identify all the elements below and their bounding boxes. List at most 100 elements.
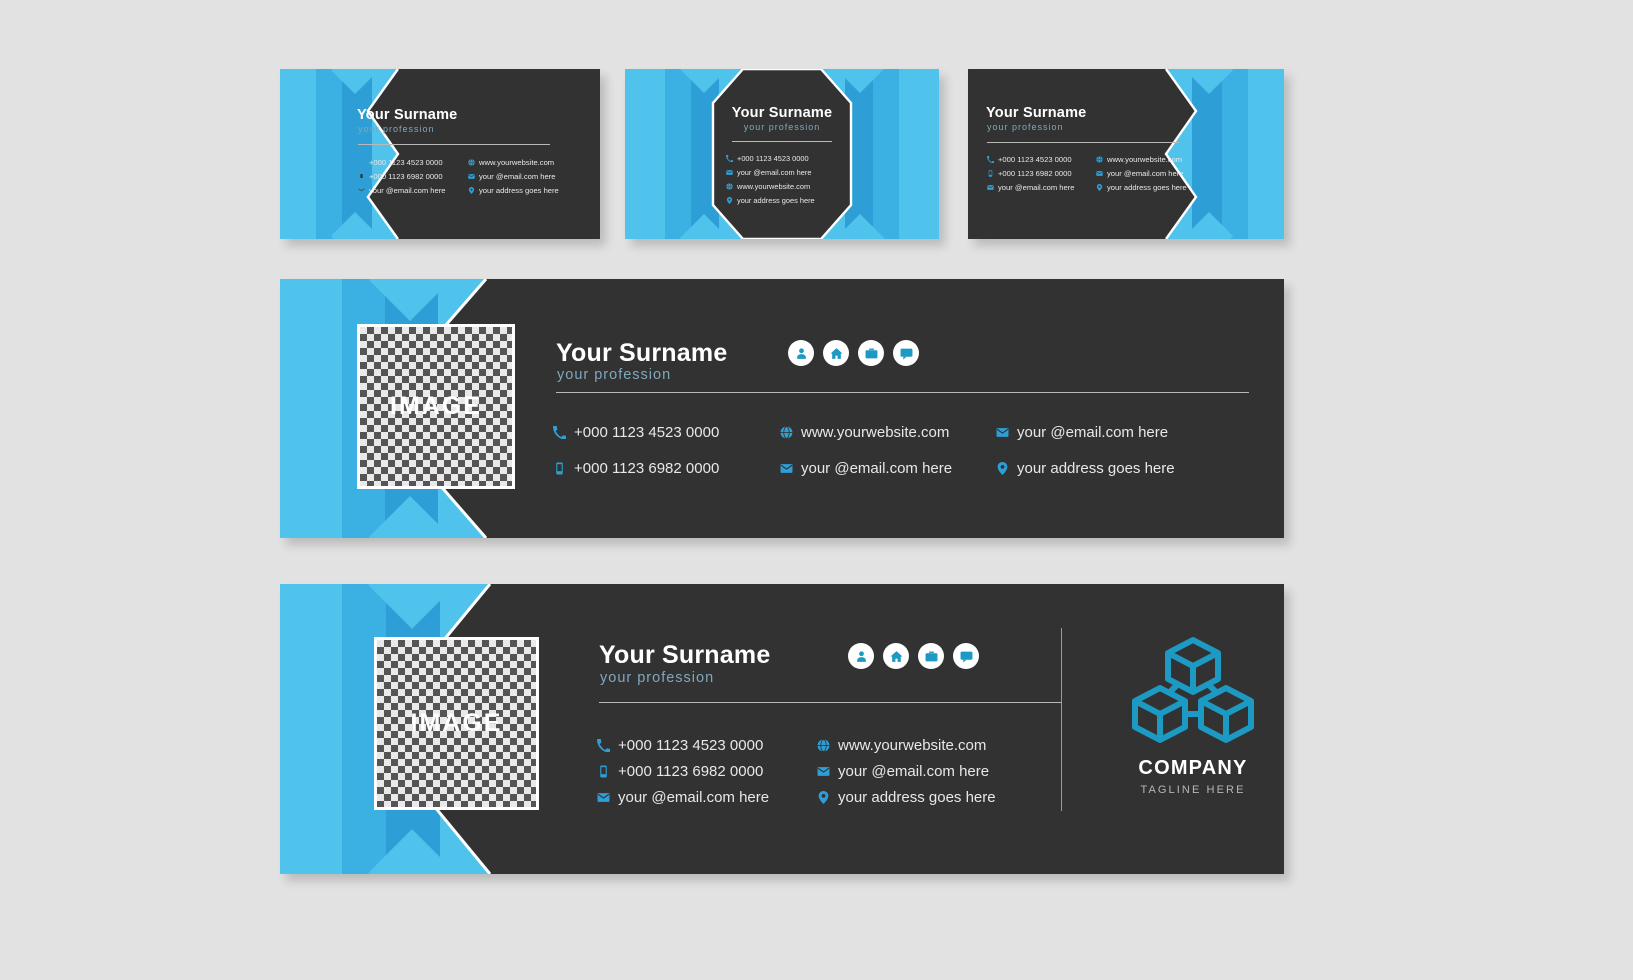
card1-chevron-edge [366,69,600,239]
business-card-3[interactable]: Your Surname your profession +000 1123 4… [968,69,1284,239]
social-home-button[interactable] [883,643,909,669]
email-icon [1096,170,1103,177]
banner-top-contact-website[interactable]: www.yourwebsite.com [780,424,952,441]
briefcase-icon [925,651,937,661]
location-icon [1096,184,1103,191]
location-icon [996,462,1009,475]
blockchain-cubes-icon [1132,637,1254,743]
banner-bottom-social-row [848,643,979,669]
banner-bottom-contact-website[interactable]: www.yourwebsite.com [817,737,996,754]
banner-top-contact-website-text: www.yourwebsite.com [801,424,950,441]
banner-bottom-contacts-col1: +000 1123 4523 0000 +000 1123 6982 0000 … [597,737,769,806]
card3-contacts-col2: www.yourwebsite.com your @email.com here… [1096,155,1187,192]
card1-contact-email2-text: your @email.com here [479,172,556,181]
email-signature-banner-bottom[interactable]: IMAGE Your Surname your profession +000 … [280,584,1284,874]
home-icon [830,347,842,359]
banner-bottom-contact-address[interactable]: your address goes here [817,789,996,806]
banner-bottom-vertical-divider [1061,628,1062,811]
globe-icon [780,426,793,439]
mobile-icon [358,173,365,180]
banner-bottom-contact-address-text: your address goes here [838,789,996,806]
card2-name: Your Surname [731,105,833,121]
banner-top-divider [556,392,1249,393]
email-icon [996,426,1009,439]
globe-icon [726,183,733,190]
social-person-button[interactable] [788,340,814,366]
company-logo-block[interactable]: COMPANY TAGLINE HERE [1098,634,1284,796]
banner-top-contact-address[interactable]: your address goes here [996,460,1175,477]
home-icon [890,650,902,662]
banner-bottom-profession: your profession [600,670,715,686]
social-chat-button[interactable] [953,643,979,669]
card1-contact-email[interactable]: your @email.com here [358,186,446,195]
card1-contact-website[interactable]: www.yourwebsite.com [468,158,559,167]
location-icon [468,187,475,194]
card2-contact-address[interactable]: your address goes here [726,196,815,205]
banner-top-contact-mobile[interactable]: +000 1123 6982 0000 [553,460,719,477]
banner-bottom-contact-email2-text: your @email.com here [838,763,990,780]
card2-contact-phone[interactable]: +000 1123 4523 0000 [726,154,815,163]
banner-top-contact-mobile-text: +000 1123 6982 0000 [574,460,720,477]
card2-contact-website-text: www.yourwebsite.com [737,182,811,191]
business-card-2[interactable]: Your Surname your profession +000 1123 4… [625,69,939,239]
social-person-button[interactable] [848,643,874,669]
card1-contact-phone-text: +000 1123 4523 0000 [369,158,443,167]
banner-top-contact-email2-text: your @email.com here [1017,424,1169,441]
company-tagline: TAGLINE HERE [1140,784,1246,796]
card3-contact-mobile[interactable]: +000 1123 6982 0000 [987,169,1075,178]
briefcase-icon [865,348,877,358]
email-icon [726,169,733,176]
card2-contact-website[interactable]: www.yourwebsite.com [726,182,815,191]
card2-contact-email[interactable]: your @email.com here [726,168,815,177]
card3-contact-email2-text: your @email.com here [1107,169,1184,178]
email-icon [468,173,475,180]
social-chat-button[interactable] [893,340,919,366]
banner-bottom-contact-phone[interactable]: +000 1123 4523 0000 [597,737,769,754]
email-signature-banner-top[interactable]: IMAGE Your Surname your profession +000 … [280,279,1284,538]
card3-contacts-col1: +000 1123 4523 0000 +000 1123 6982 0000 … [987,155,1075,192]
banner-bottom-contact-mobile[interactable]: +000 1123 6982 0000 [597,763,769,780]
card1-contact-address-text: your address goes here [479,186,559,195]
card3-contact-address-text: your address goes here [1107,183,1187,192]
banner-bottom-image-placeholder[interactable]: IMAGE [374,637,539,810]
person-icon [856,650,866,662]
email-icon [597,791,610,804]
card3-contact-website[interactable]: www.yourwebsite.com [1096,155,1187,164]
company-name: COMPANY [1138,757,1248,779]
banner-top-contact-email2[interactable]: your @email.com here [996,424,1175,441]
banner-bottom-contact-email[interactable]: your @email.com here [597,789,769,806]
email-icon [358,187,365,194]
card3-contact-address[interactable]: your address goes here [1096,183,1187,192]
banner-top-contacts-col3: your @email.com here your address goes h… [996,424,1175,477]
social-briefcase-button[interactable] [858,340,884,366]
banner-top-contact-phone-text: +000 1123 4523 0000 [574,424,720,441]
banner-top-contacts-col1: +000 1123 4523 0000 +000 1123 6982 0000 [553,424,719,477]
globe-icon [817,739,830,752]
card3-contact-mobile-text: +000 1123 6982 0000 [998,169,1072,178]
card3-contact-phone[interactable]: +000 1123 4523 0000 [987,155,1075,164]
person-icon [796,347,806,359]
card2-contact-phone-text: +000 1123 4523 0000 [737,154,809,163]
social-briefcase-button[interactable] [918,643,944,669]
card1-contact-address[interactable]: your address goes here [468,186,559,195]
banner-top-contact-phone[interactable]: +000 1123 4523 0000 [553,424,719,441]
card1-contact-phone[interactable]: +000 1123 4523 0000 [358,158,446,167]
card1-contact-mobile[interactable]: +000 1123 6982 0000 [358,172,446,181]
phone-icon [597,739,610,752]
social-home-button[interactable] [823,340,849,366]
card1-contact-email2[interactable]: your @email.com here [468,172,559,181]
banner-top-contact-email-text: your @email.com here [801,460,953,477]
banner-bottom-image-label: IMAGE [410,709,503,737]
card3-contact-email[interactable]: your @email.com here [987,183,1075,192]
banner-top-image-placeholder[interactable]: IMAGE [357,324,515,489]
banner-top-contact-email[interactable]: your @email.com here [780,460,952,477]
card3-contact-email2[interactable]: your @email.com here [1096,169,1187,178]
card2-divider [732,141,832,142]
business-card-1[interactable]: Your Surname your profession +000 1123 4… [280,69,600,239]
email-icon [817,765,830,778]
mobile-icon [553,462,566,475]
banner-bottom-contact-email-text: your @email.com here [618,789,770,806]
banner-bottom-contact-email2[interactable]: your @email.com here [817,763,996,780]
card2-contact-email-text: your @email.com here [737,168,812,177]
card3-contact-phone-text: +000 1123 4523 0000 [998,155,1072,164]
